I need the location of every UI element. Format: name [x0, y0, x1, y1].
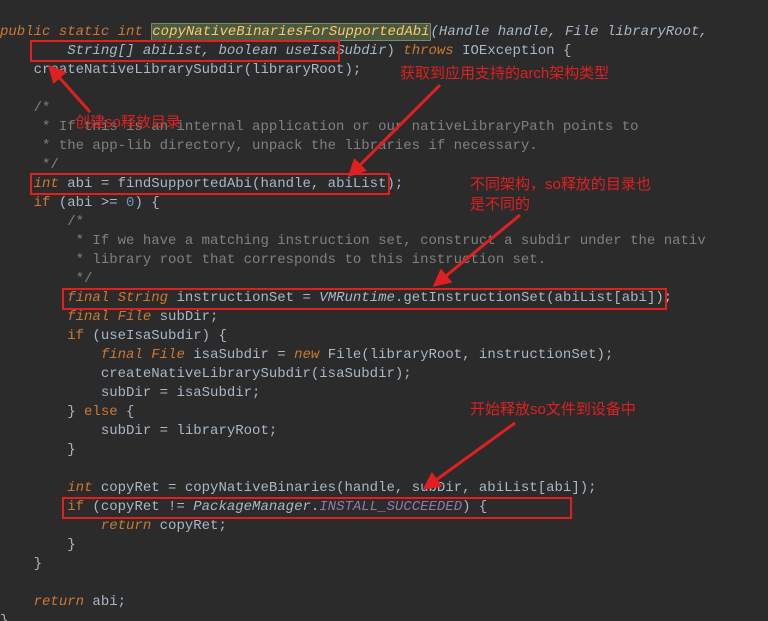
call-createSubdir2: createNativeLibrarySubdir(isaSubdir);	[101, 366, 412, 382]
annotation-diff-arch-2: 是不同的	[470, 195, 530, 214]
comment: /*	[34, 100, 51, 116]
if-copyRet: (copyRet !=	[84, 499, 193, 515]
annotation-copy-so: 开始释放so文件到设备中	[470, 400, 636, 419]
kw-public: public	[0, 24, 50, 40]
cls-ioexception: IOException	[462, 43, 554, 59]
fn-name: copyNativeBinariesForSupportedAbi	[151, 23, 430, 41]
type-file: File	[151, 347, 185, 363]
annotation-arch: 获取到应用支持的arch架构类型	[400, 64, 609, 83]
comment: */	[67, 271, 92, 287]
kw-else: else	[84, 404, 118, 420]
cls-vmruntime: VMRuntime	[319, 290, 395, 306]
sig2: String[] abiList	[67, 43, 201, 59]
const-install: INSTALL_SUCCEEDED	[319, 499, 462, 515]
call-createSubdir: createNativeLibrarySubdir(libraryRoot);	[34, 62, 362, 78]
annotation-diff-arch-1: 不同架构，so释放的目录也	[470, 175, 651, 194]
kw-throws: throws	[403, 43, 453, 59]
type-int: int	[34, 176, 59, 192]
kw-return: return	[101, 518, 151, 534]
code-block: public static int copyNativeBinariesForS…	[0, 4, 708, 621]
if-isa: (useIsaSubdir) {	[84, 328, 227, 344]
type-int: int	[67, 480, 92, 496]
comment: */	[34, 157, 59, 173]
kw-final: final	[101, 347, 143, 363]
comment: * library root that corresponds to this …	[67, 252, 546, 268]
assign-subDir: subDir = isaSubdir;	[101, 385, 261, 401]
comment: * the app-lib directory, unpack the libr…	[34, 138, 538, 154]
comment: /*	[67, 214, 84, 230]
assign-subDir2: subDir = libraryRoot;	[101, 423, 277, 439]
kw-new: new	[294, 347, 319, 363]
kw-final: final	[67, 290, 109, 306]
type-file: File	[118, 309, 152, 325]
if-abi: (abi >= 0) {	[50, 195, 159, 211]
kw-return: return	[34, 594, 84, 610]
type-string: String	[118, 290, 168, 306]
sig: (Handle handle, File libraryRoot,	[431, 24, 708, 40]
annotation-create-dir: 创建so释放目录	[75, 113, 181, 132]
kw-final: final	[67, 309, 109, 325]
cls-packagemanager: PackageManager	[193, 499, 311, 515]
kw-static: static	[59, 24, 109, 40]
type-int: int	[118, 24, 143, 40]
comment: * If we have a matching instruction set,…	[67, 233, 706, 249]
